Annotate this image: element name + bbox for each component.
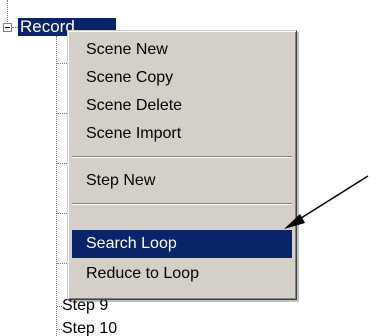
- context-menu: Scene New Scene Copy Scene Delete Scene …: [67, 30, 297, 300]
- menu-item-scene-import[interactable]: Scene Import: [72, 120, 292, 148]
- menu-item-step-new[interactable]: Step New: [72, 167, 292, 195]
- tree-line-child-c: [57, 163, 67, 164]
- menu-separator: [72, 203, 292, 205]
- tree-line-children: [56, 36, 57, 336]
- tree-line-child-a: [57, 63, 67, 64]
- screenshot-canvas: Record Step 9 Step 10 Scene New Scene Co…: [0, 0, 376, 336]
- tree-line-child-e: [57, 263, 67, 264]
- tree-line-top: [7, 0, 8, 22]
- menu-item-reduce-to-loop[interactable]: Reduce to Loop: [72, 260, 292, 288]
- menu-item-scene-new[interactable]: Scene New: [72, 36, 292, 64]
- menu-item-search-loop[interactable]: Search Loop: [72, 230, 292, 258]
- menu-item-scene-delete[interactable]: Scene Delete: [72, 92, 292, 120]
- menu-item-scene-copy[interactable]: Scene Copy: [72, 64, 292, 92]
- menu-separator: [72, 156, 292, 158]
- tree-item-step-10[interactable]: Step 10: [62, 320, 117, 336]
- tree-line-child-b: [57, 113, 67, 114]
- tree-line-child-d: [57, 213, 67, 214]
- collapse-icon[interactable]: [3, 23, 12, 32]
